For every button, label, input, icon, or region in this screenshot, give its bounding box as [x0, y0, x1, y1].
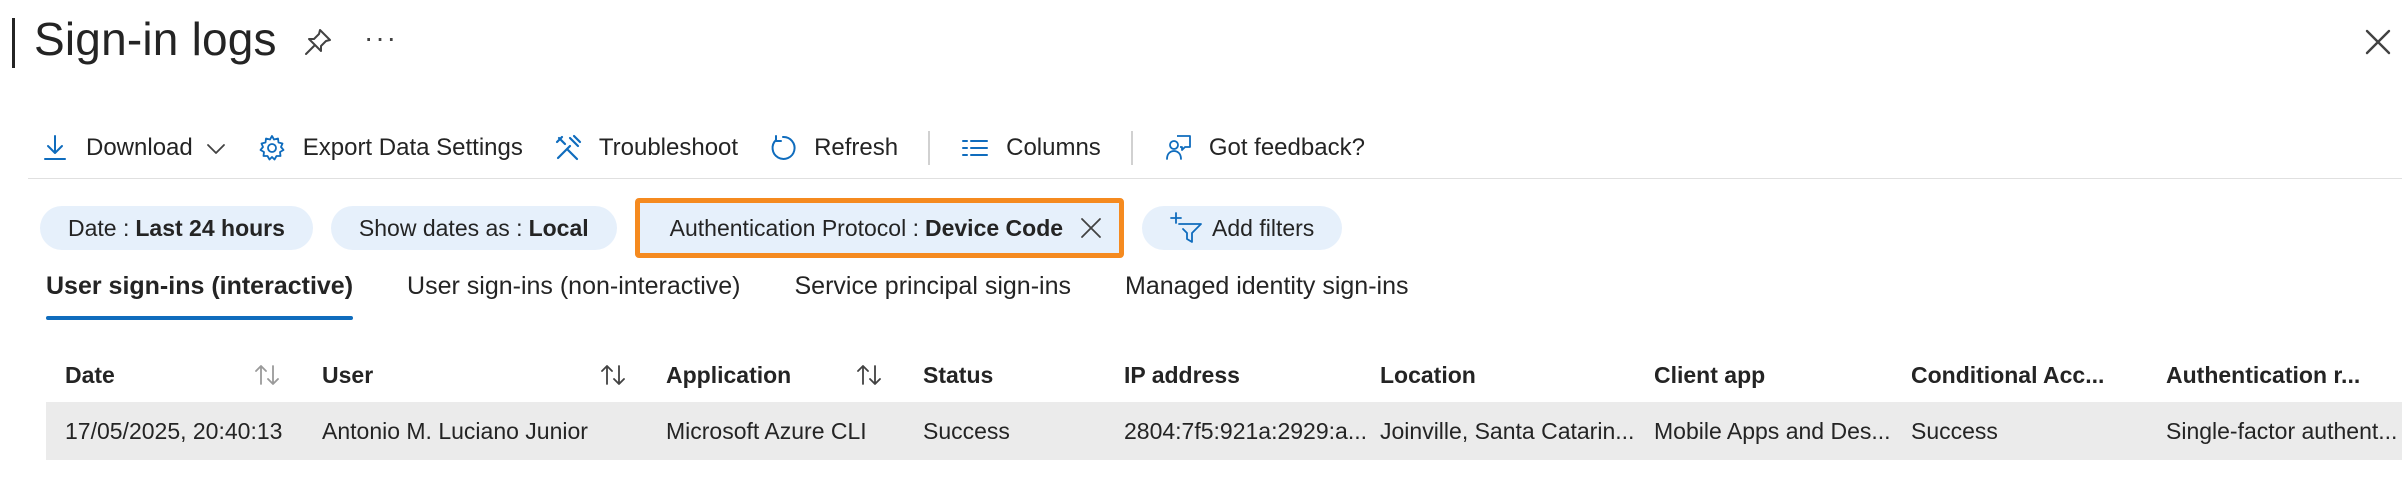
add-filters-label: Add filters: [1212, 214, 1315, 241]
troubleshoot-button[interactable]: Troubleshoot: [553, 120, 738, 176]
refresh-icon: [771, 135, 796, 160]
chevron-down-icon: [206, 144, 225, 154]
show-dates-filter-pill[interactable]: Show dates as : Local: [330, 206, 617, 250]
column-header-user[interactable]: User: [322, 362, 373, 389]
toolbar-divider: [1130, 131, 1133, 165]
wrench-icon: [555, 134, 581, 161]
remove-filter-icon[interactable]: [1079, 216, 1103, 240]
download-icon: [44, 135, 66, 160]
export-label: Export Data Settings: [302, 134, 523, 161]
auth-protocol-value: Device Code: [924, 214, 1064, 241]
show-dates-value: Local: [528, 214, 589, 241]
feedback-icon: [1165, 135, 1191, 160]
cell-client-app: Mobile Apps and Des...: [1654, 418, 1891, 444]
column-header-client-app[interactable]: Client app: [1654, 362, 1765, 389]
table-header: Date User Application Status IP address …: [46, 354, 2402, 402]
auth-protocol-filter-pill[interactable]: Authentication Protocol : Device Code: [634, 198, 1125, 258]
pin-icon[interactable]: [302, 26, 334, 58]
column-header-location[interactable]: Location: [1380, 362, 1476, 389]
cell-user: Antonio M. Luciano Junior: [322, 418, 588, 444]
cell-location: Joinville, Santa Catarin...: [1380, 418, 1635, 444]
column-header-application[interactable]: Application: [666, 362, 791, 389]
title-divider: [12, 18, 15, 68]
download-button[interactable]: Download: [40, 120, 227, 176]
sign-in-type-tabs: User sign-ins (interactive) User sign-in…: [46, 272, 1463, 324]
tab-user-non-interactive[interactable]: User sign-ins (non-interactive): [407, 272, 740, 320]
more-options-icon[interactable]: ···: [364, 22, 398, 54]
filter-bar: Date : Last 24 hours Show dates as : Loc…: [40, 198, 1360, 258]
troubleshoot-label: Troubleshoot: [598, 134, 739, 161]
column-header-date[interactable]: Date: [65, 362, 115, 389]
cell-ip-address: 2804:7f5:921a:2929:a...: [1124, 418, 1367, 444]
refresh-label: Refresh: [814, 134, 899, 161]
cell-status: Success: [923, 418, 1010, 444]
cell-authentication-requirement: Single-factor authent...: [2166, 418, 2398, 444]
columns-button[interactable]: Columns: [960, 120, 1101, 176]
tab-service-principal[interactable]: Service principal sign-ins: [794, 272, 1071, 320]
toolbar-divider: [928, 131, 931, 165]
tab-user-interactive[interactable]: User sign-ins (interactive): [46, 272, 354, 320]
cell-date: 17/05/2025, 20:40:13: [65, 418, 283, 444]
column-header-ip-address[interactable]: IP address: [1124, 362, 1240, 389]
date-filter-prefix: Date :: [68, 214, 130, 241]
table-row[interactable]: 17/05/2025, 20:40:13 Antonio M. Luciano …: [46, 402, 2402, 460]
auth-protocol-prefix: Authentication Protocol :: [669, 214, 919, 241]
toolbar-separator: [28, 178, 2402, 179]
close-icon[interactable]: [2362, 26, 2394, 58]
column-header-conditional-access[interactable]: Conditional Acc...: [1911, 362, 2104, 389]
feedback-label: Got feedback?: [1208, 134, 1365, 161]
add-filter-icon: [1170, 212, 1202, 243]
feedback-button[interactable]: Got feedback?: [1163, 120, 1365, 176]
cell-conditional-access: Success: [1911, 418, 1998, 444]
columns-icon: [962, 140, 989, 156]
column-header-authentication-requirement[interactable]: Authentication r...: [2166, 362, 2360, 389]
sort-icon[interactable]: [598, 360, 628, 390]
sort-icon[interactable]: [252, 360, 282, 390]
date-filter-value: Last 24 hours: [135, 214, 285, 241]
refresh-button[interactable]: Refresh: [768, 120, 898, 176]
columns-label: Columns: [1006, 134, 1101, 161]
sign-in-table: Date User Application Status IP address …: [46, 354, 2402, 460]
column-header-status[interactable]: Status: [923, 362, 993, 389]
tab-managed-identity[interactable]: Managed identity sign-ins: [1125, 272, 1409, 320]
show-dates-prefix: Show dates as :: [358, 214, 523, 241]
gear-icon: [259, 135, 285, 161]
command-bar: Download Export Data Settings Troublesho…: [40, 120, 1395, 176]
page-title: Sign-in logs: [34, 13, 277, 65]
download-label: Download: [86, 134, 193, 161]
export-data-settings-button[interactable]: Export Data Settings: [257, 120, 523, 176]
date-filter-pill[interactable]: Date : Last 24 hours: [40, 206, 313, 250]
title-bar: Sign-in logs ···: [0, 0, 2402, 90]
sort-icon[interactable]: [854, 360, 884, 390]
cell-application: Microsoft Azure CLI: [666, 418, 867, 444]
add-filters-button[interactable]: Add filters: [1142, 206, 1343, 250]
